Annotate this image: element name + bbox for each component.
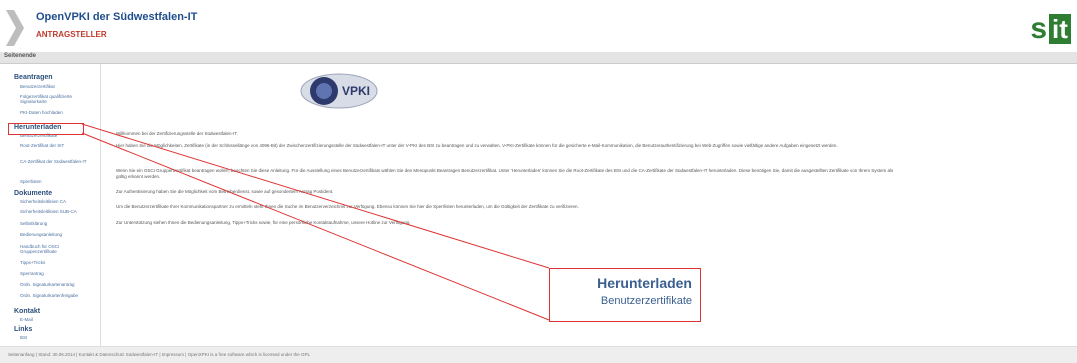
sidebar-group-kontakt[interactable]: Kontakt [14, 308, 40, 315]
sidebar-group-dokumente[interactable]: Dokumente [14, 190, 52, 197]
sidebar-item[interactable]: Tipps+Tricks [20, 260, 96, 265]
footer-text[interactable]: Seitenanfang | Stand: 30.06.2014 | Konta… [8, 352, 310, 357]
sidebar-item[interactable]: Sperrantrag [20, 271, 96, 276]
sidebar-item[interactable]: PKI-Daten hochladen [20, 110, 96, 115]
page-end-link[interactable]: Seitenende [4, 53, 36, 59]
sidebar-group-beantragen[interactable]: Beantragen [14, 74, 53, 81]
sidebar-item[interactable]: Bedienungsanleitung [20, 232, 96, 237]
svg-text:VPKI: VPKI [342, 84, 370, 98]
logo-letters-it: it [1049, 14, 1071, 44]
sidebar-item[interactable]: Handbuch für OSCI Gruppenzertifikate [20, 244, 96, 254]
sidebar-item[interactable]: Benutzerzertifikat [20, 84, 96, 89]
chevron-right-icon [6, 10, 24, 46]
search-paragraph: Um die Benutzerzertifikate Ihrer Kommuni… [116, 204, 579, 209]
welcome-text: Willkommen bei der Zertifizierungsstelle… [116, 131, 238, 136]
vpki-logo: VPKI [300, 73, 378, 109]
sidebar-item[interactable]: Sicherheitsleitlinien CA [20, 199, 96, 204]
sidebar-item[interactable]: Ordn. Signaturkartenantrag [20, 282, 96, 287]
sidebar-group-links[interactable]: Links [14, 326, 32, 333]
top-bar: Seitenende [0, 52, 1077, 64]
logo-letter-s: s [1030, 12, 1047, 45]
header: OpenVPKI der Südwestfalen-IT ANTRAGSTELL… [0, 0, 1077, 52]
footer: Seitenanfang | Stand: 30.06.2014 | Konta… [0, 346, 1077, 363]
sit-logo: s it [1030, 14, 1071, 44]
site-title: OpenVPKI der Südwestfalen-IT [36, 11, 198, 23]
sidebar-item[interactable]: Folgezertifikat qualifizierte Signaturka… [20, 94, 96, 104]
sidebar-item[interactable]: Ordn. Signaturkartenfreigabe [20, 293, 96, 298]
sidebar-item[interactable]: Sperrlisten [20, 179, 96, 184]
support-paragraph: Zur Unterstützung stehen Ihnen die Bedie… [116, 220, 411, 225]
sidebar-item[interactable]: CA-Zertifikat der Südwestfalen-IT [20, 159, 96, 164]
sidebar: Beantragen Benutzerzertifikat Folgezerti… [0, 64, 101, 346]
callout-subheading: Benutzerzertifikate [600, 295, 692, 307]
sidebar-item[interactable]: Selbstklärung [20, 221, 96, 226]
sidebar-item[interactable]: Root-Zertifikat der SIT [20, 143, 96, 148]
auth-paragraph: Zur Authentisierung haben Sie die Möglic… [116, 189, 334, 194]
sidebar-item[interactable]: BSI [20, 335, 96, 340]
highlight-box [8, 123, 84, 135]
osci-paragraph: Wenn Sie ein OSCI Gruppenzertifikat bean… [116, 168, 894, 179]
sidebar-item[interactable]: Sicherheitsleitlinien SUB-CA [20, 209, 96, 214]
callout-heading: Herunterladen [597, 275, 692, 291]
zoom-callout: Herunterladen Benutzerzertifikate [549, 268, 701, 322]
user-role: ANTRAGSTELLER [36, 30, 107, 39]
intro-paragraph: Hier haben Sie die Möglichkeiten, Zertif… [116, 143, 838, 148]
sidebar-item[interactable]: E-Mail [20, 317, 96, 322]
